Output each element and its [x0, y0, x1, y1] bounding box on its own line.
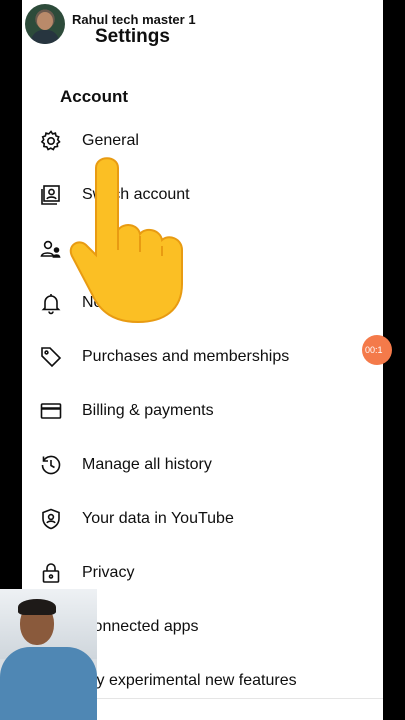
menu-item-billing[interactable]: Billing & payments	[22, 384, 383, 438]
gear-icon	[39, 129, 63, 153]
menu-item-label: Manage all history	[82, 456, 212, 473]
menu-item-label: Connected apps	[82, 618, 199, 635]
webcam-overlay	[0, 589, 97, 720]
timer-badge: 00:1	[362, 335, 392, 365]
history-icon	[39, 453, 63, 477]
menu-item-your-data[interactable]: Your data in YouTube	[22, 492, 383, 546]
shield-person-icon	[39, 507, 63, 531]
menu-item-label: Purchases and memberships	[82, 348, 290, 365]
credit-card-icon	[39, 399, 63, 423]
menu-item-label: Privacy	[82, 564, 135, 581]
family-center-icon	[39, 237, 63, 261]
page-title: Settings	[95, 26, 170, 47]
section-title-account: Account	[60, 87, 128, 106]
menu-item-label: Your data in YouTube	[82, 510, 234, 527]
bell-icon	[39, 291, 63, 315]
channel-name: Rahul tech master 1	[72, 12, 196, 27]
menu-item-history[interactable]: Manage all history	[22, 438, 383, 492]
menu-item-purchases[interactable]: Purchases and memberships	[22, 330, 383, 384]
lock-icon	[39, 561, 63, 585]
menu-item-label: Try experimental new features	[82, 672, 297, 689]
tag-icon	[39, 345, 63, 369]
menu-item-label: Billing & payments	[82, 402, 214, 419]
pointing-hand-icon	[64, 146, 204, 324]
channel-avatar	[25, 4, 65, 44]
switch-account-icon	[39, 183, 63, 207]
